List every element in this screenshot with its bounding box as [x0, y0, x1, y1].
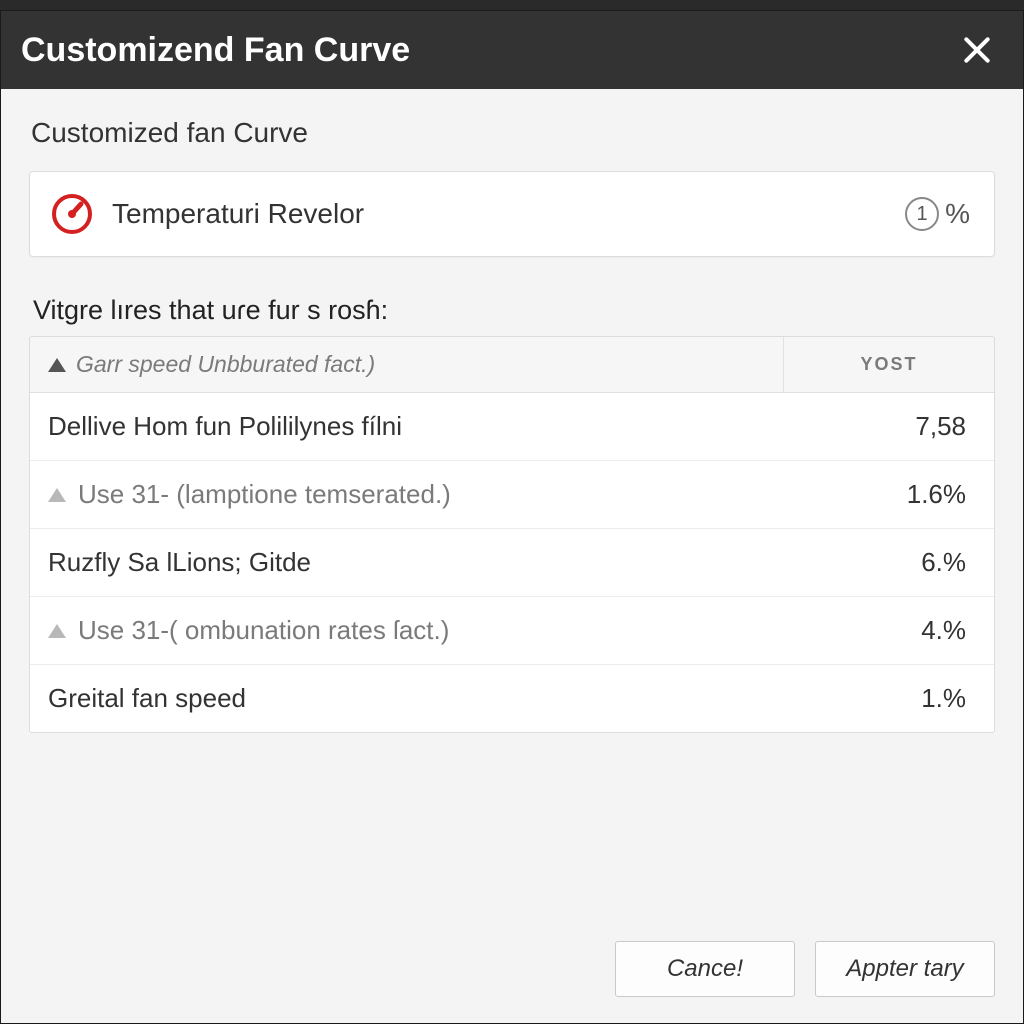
row-value: 1.6%: [784, 461, 994, 528]
apply-button[interactable]: Appter tary: [815, 941, 995, 997]
section-label: Vitgre lıres that uɾe fur s rosɦ:: [33, 295, 995, 326]
sort-icon: [48, 358, 66, 372]
table-row[interactable]: Greital fan speed 1.%: [30, 665, 994, 732]
dialog-window: Customizend Fan Curve Customized fan Cur…: [0, 10, 1024, 1024]
row-value: 4.%: [784, 597, 994, 664]
table-row[interactable]: Use 31-( ombunation rates ſact.) 4.%: [30, 597, 994, 665]
column-header-main-label: Garr speed Unbburated fact.): [76, 351, 375, 378]
fan-curve-table: Garr speed Unbburated fact.) YOST Delliv…: [29, 336, 995, 733]
sensor-label: Temperaturi Revelor: [112, 198, 905, 230]
table-row[interactable]: Dellive Hom fun Polililynes fílni 7,58: [30, 393, 994, 461]
cancel-button[interactable]: Cance!: [615, 941, 795, 997]
row-value: 6.%: [784, 529, 994, 596]
sensor-card[interactable]: Temperaturi Revelor 1 %: [29, 171, 995, 257]
table-row[interactable]: Ruzfly Sa lLions; Gitde 6.%: [30, 529, 994, 597]
subtitle: Customized fan Curve: [31, 117, 995, 149]
row-label-cell: Dellive Hom fun Polililynes fílni: [30, 393, 784, 460]
column-header-value-label: YOST: [860, 354, 917, 375]
percent-sign: %: [945, 198, 970, 230]
gauge-icon: [48, 190, 96, 238]
row-label: Use 31- (lamptione temserated.): [78, 479, 451, 510]
row-label: Greital fan speed: [48, 683, 246, 714]
close-icon: [961, 34, 993, 66]
table-header: Garr speed Unbburated fact.) YOST: [30, 337, 994, 393]
row-label-cell: Ruzfly Sa lLions; Gitde: [30, 529, 784, 596]
table-body: Dellive Hom fun Polililynes fílni7,58Use…: [30, 393, 994, 732]
row-label: Ruzfly Sa lLions; Gitde: [48, 547, 311, 578]
row-marker-icon: [48, 488, 66, 502]
column-header-value[interactable]: YOST: [784, 337, 994, 392]
row-label-cell: Use 31- (lamptione temserated.): [30, 461, 784, 528]
row-value: 7,58: [784, 393, 994, 460]
dialog-footer: Cance! Appter tary: [1, 917, 1023, 1023]
row-label: Use 31-( ombunation rates ſact.): [78, 615, 449, 646]
row-label-cell: Greital fan speed: [30, 665, 784, 732]
row-label-cell: Use 31-( ombunation rates ſact.): [30, 597, 784, 664]
row-label: Dellive Hom fun Polililynes fílni: [48, 411, 402, 442]
row-value: 1.%: [784, 665, 994, 732]
table-row[interactable]: Use 31- (lamptione temserated.) 1.6%: [30, 461, 994, 529]
window-title: Customizend Fan Curve: [21, 31, 410, 70]
titlebar: Customizend Fan Curve: [1, 11, 1023, 89]
close-button[interactable]: [955, 28, 999, 72]
dialog-body: Customized fan Curve Temperaturi Revelor…: [1, 89, 1023, 917]
row-marker-icon: [48, 624, 66, 638]
sensor-value-badge: 1: [905, 197, 939, 231]
column-header-main[interactable]: Garr speed Unbburated fact.): [30, 337, 784, 392]
sensor-value: 1 %: [905, 197, 970, 231]
